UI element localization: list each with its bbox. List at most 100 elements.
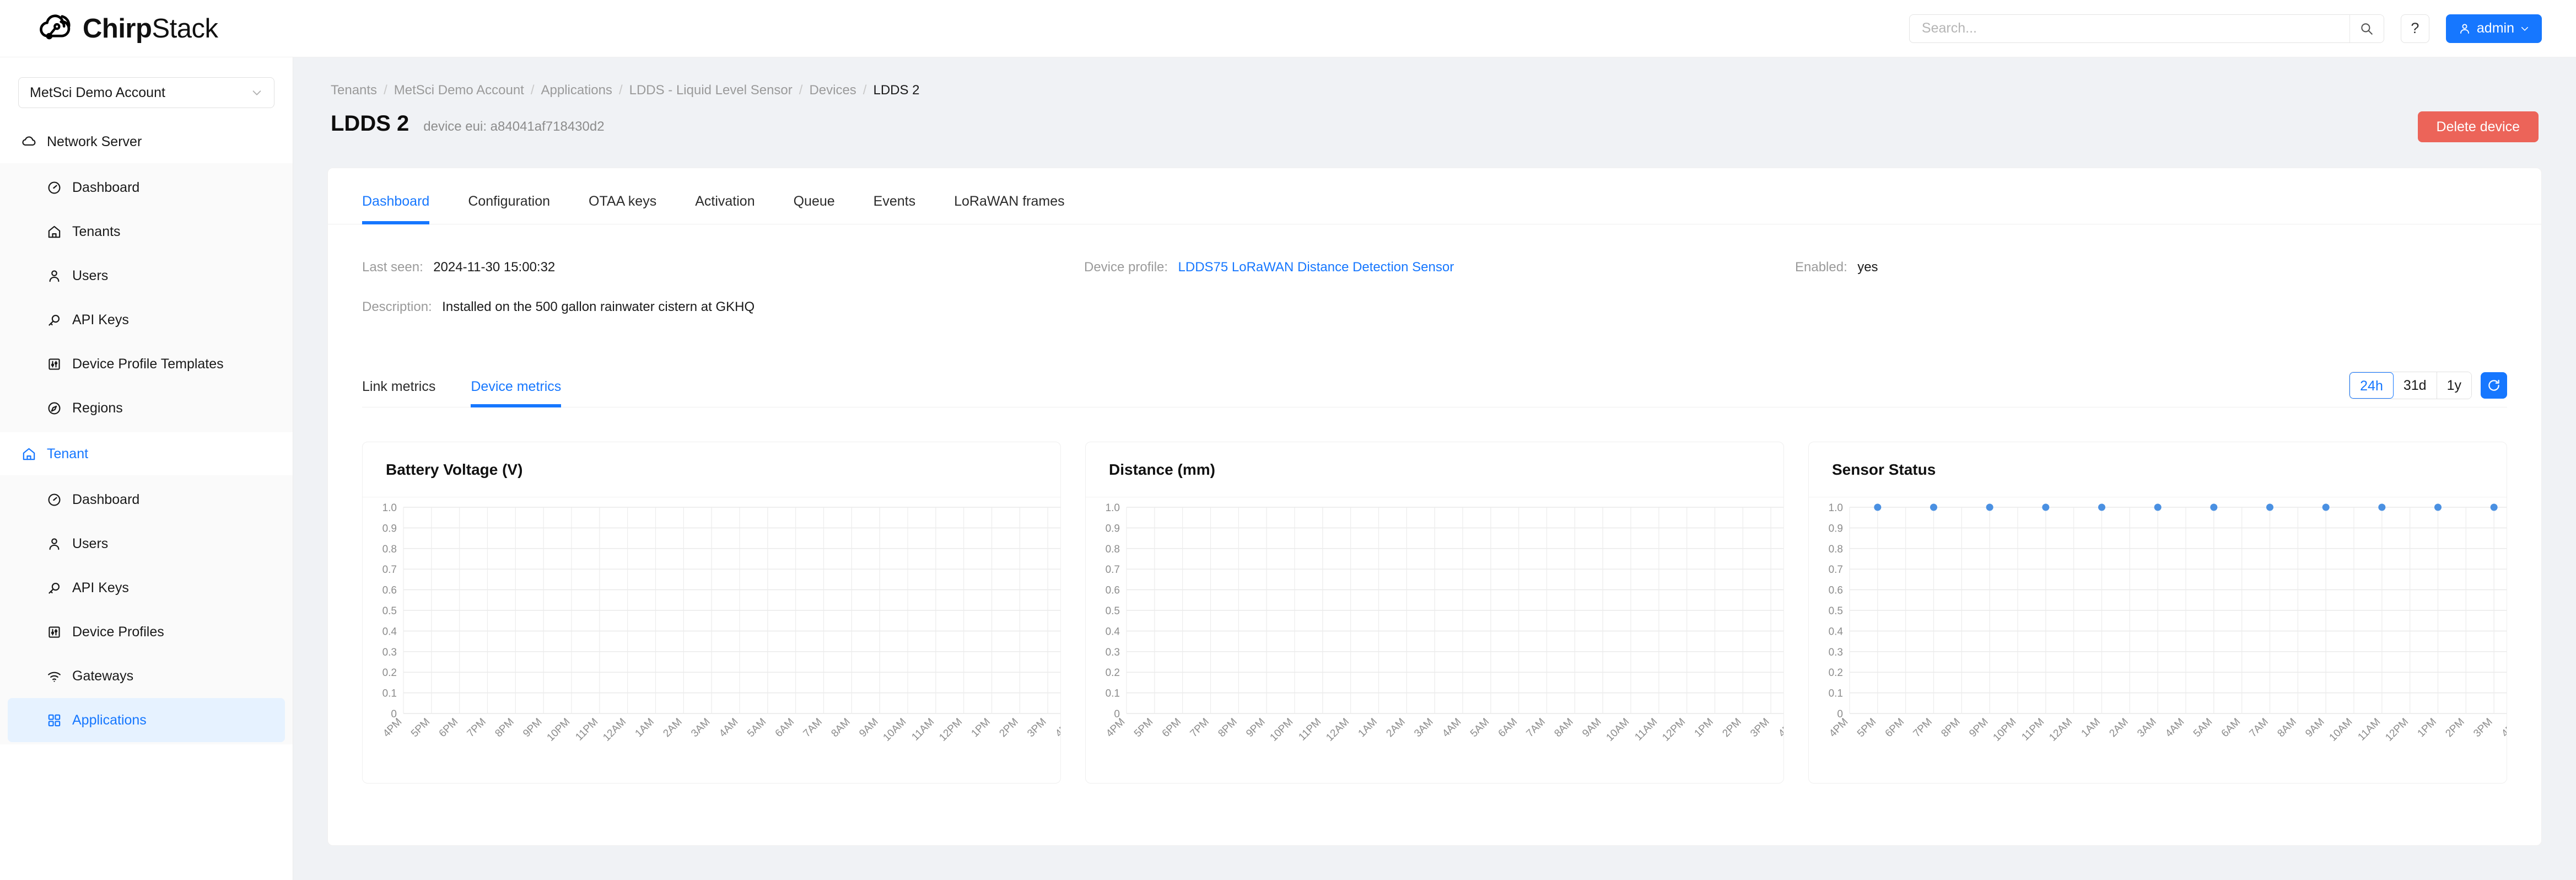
y-tick-label: 1.0 [1829,502,1843,514]
tab-queue[interactable]: Queue [794,194,835,224]
sidebar-item-tenants[interactable]: Tenants [8,210,285,254]
chart-plot-area[interactable]: 1.0 0.9 0.8 0.7 0.6 0.5 0.4 0.3 0.2 0.1 0 4PM 5PM 6PM… [1809,497,2507,783]
brand-logo[interactable]: ChirpStack [34,12,218,46]
time-range-controls: 24h 31d 1y [2349,372,2507,407]
chart-svg: 1.00.90.80.70.60.50.40.30.20.104PM 5PM 6PM… [381,502,1060,744]
x-tick-label: 8PM [1216,716,1239,739]
sidebar-item-users[interactable]: Users [8,522,285,566]
header-actions: ? admin [1909,14,2542,43]
tab-dashboard[interactable]: Dashboard [362,194,430,224]
device-detail-card: Dashboard Configuration OTAA keys Activatio… [327,168,2542,846]
user-icon [49,270,60,282]
device-eui: device eui: a84041af718430d2 [423,119,604,135]
sidebar-item-device-profiles[interactable]: Device Profiles [8,610,285,654]
search-input[interactable] [1909,14,2349,42]
brand-name-bold: Chirp [83,13,152,44]
breadcrumb-item-ldds-2: LDDS 2 [873,83,920,98]
delete-device-button[interactable]: Delete device [2417,111,2539,142]
chart-plot-area[interactable]: 1.0 0.9 0.8 0.7 0.6 0.5 0.4 0.3 0.2 0.1 0 4PM 5PM 6PM… [363,497,1060,783]
y-tick-label: 0.4 [1106,626,1120,637]
range-button-24h[interactable]: 24h [2349,372,2394,399]
sidebar-item-applications[interactable]: Applications [8,698,285,742]
data-point[interactable] [2378,503,2386,511]
chart-card-battery-voltage-v-: Battery Voltage (V) 1.0 0.9 0.8 0.7 0.6 0.5 0.4… [362,442,1061,784]
range-button-1y[interactable]: 1y [2437,372,2471,399]
tab-lorawan-frames[interactable]: LoRaWAN frames [954,194,1065,224]
x-tick-label: 12PM [1660,716,1688,744]
sliders-icon [48,626,60,638]
sidebar-item-label: API Keys [72,579,129,595]
breadcrumb-item-tenants[interactable]: Tenants [331,83,377,98]
x-tick-label: 5PM [1855,716,1878,739]
x-tick-label: 1AM [633,716,656,739]
sidebar-item-gateways[interactable]: Gateways [8,654,285,698]
sidebar-group-network-server[interactable]: Network Server [0,120,293,163]
sidebar-item-dashboard[interactable]: Dashboard [8,165,285,210]
sidebar-item-device-profile-templates[interactable]: Device Profile Templates [8,342,285,386]
x-tick-label: 12PM [2383,716,2411,744]
data-point[interactable] [1930,503,1937,511]
x-tick-label: 1PM [1693,716,1716,739]
sidebar-nav-root: Network Server Dashboard Tenants Users API K… [0,120,293,744]
x-tick-label: 11PM [2019,716,2046,743]
help-button[interactable]: ? [2400,14,2429,43]
sidebar-item-api-keys[interactable]: API Keys [8,566,285,610]
search-button[interactable] [2349,14,2384,42]
x-tick-label: 9PM [521,716,544,739]
grid-icon [48,714,61,726]
device-profile-link[interactable]: LDDS75 LoRaWAN Distance Detection Sensor [1178,260,1454,275]
x-tick-label: 2AM [2107,716,2130,739]
search-icon [2361,23,2373,35]
range-button-31d[interactable]: 31d [2393,372,2437,399]
tenant-selector[interactable]: MetSci Demo Account [18,77,274,108]
user-menu-button[interactable]: admin [2445,14,2542,43]
x-tick-label: 3AM [2135,716,2158,739]
breadcrumb-item-devices[interactable]: Devices [809,83,856,98]
y-tick-label: 0.5 [382,605,397,617]
breadcrumb-item-applications[interactable]: Applications [541,83,612,98]
chart-plot-area[interactable]: 1.0 0.9 0.8 0.7 0.6 0.5 0.4 0.3 0.2 0.1 0 4PM 5PM 6PM… [1086,497,1783,783]
data-point[interactable] [2434,503,2442,511]
x-tick-label: 2AM [1384,716,1407,739]
data-point[interactable] [1874,503,1882,511]
data-point[interactable] [2042,503,2050,511]
data-point[interactable] [2210,503,2218,511]
sidebar-item-users[interactable]: Users [8,254,285,298]
sidebar-item-dashboard[interactable]: Dashboard [8,477,285,522]
tenant-selector-value: MetSci Demo Account [30,84,165,100]
x-tick-label: 8AM [1552,716,1575,739]
cloud-icon [22,136,36,146]
sidebar-item-label: API Keys [72,312,129,328]
x-tick-label: 4AM [1440,716,1463,739]
data-point[interactable] [2490,503,2498,511]
data-point[interactable] [2154,503,2162,511]
sidebar-subnav-0: Dashboard Tenants Users API Keys Device Prof… [0,163,293,432]
time-range-segmented: 24h 31d 1y [2349,372,2472,399]
refresh-button[interactable] [2481,372,2507,399]
sidebar-group-tenant[interactable]: Tenant [0,432,293,475]
enabled-value: yes [1857,260,1878,275]
metrics-tab-link-metrics[interactable]: Link metrics [362,379,435,407]
tab-activation[interactable]: Activation [695,194,755,224]
data-point[interactable] [1986,503,1993,511]
x-tick-label: 6AM [773,716,796,739]
x-tick-label: 3PM [1748,716,1771,739]
breadcrumb-item-metsci-demo-account[interactable]: MetSci Demo Account [394,83,524,98]
metrics-tab-device-metrics[interactable]: Device metrics [471,379,561,407]
breadcrumb-item-ldds-liquid-level-sensor[interactable]: LDDS - Liquid Level Sensor [629,83,793,98]
top-header-bar: ChirpStack ? admin [0,0,2576,57]
tab-events[interactable]: Events [874,194,915,224]
home-icon [23,448,35,460]
chirpstack-cloud-logo-icon [40,14,71,39]
sidebar-item-label: Device Profiles [72,624,164,640]
data-point[interactable] [2322,503,2330,511]
sidebar-item-regions[interactable]: Regions [8,386,285,430]
search-box[interactable] [1909,14,2384,43]
data-point[interactable] [2098,503,2105,511]
tab-configuration[interactable]: Configuration [468,194,550,224]
sidebar-item-api-keys[interactable]: API Keys [8,298,285,342]
tab-otaa-keys[interactable]: OTAA keys [589,194,656,224]
y-tick-label: 0.3 [1106,647,1120,658]
breadcrumb-separator: / [863,83,867,98]
data-point[interactable] [2266,503,2273,511]
